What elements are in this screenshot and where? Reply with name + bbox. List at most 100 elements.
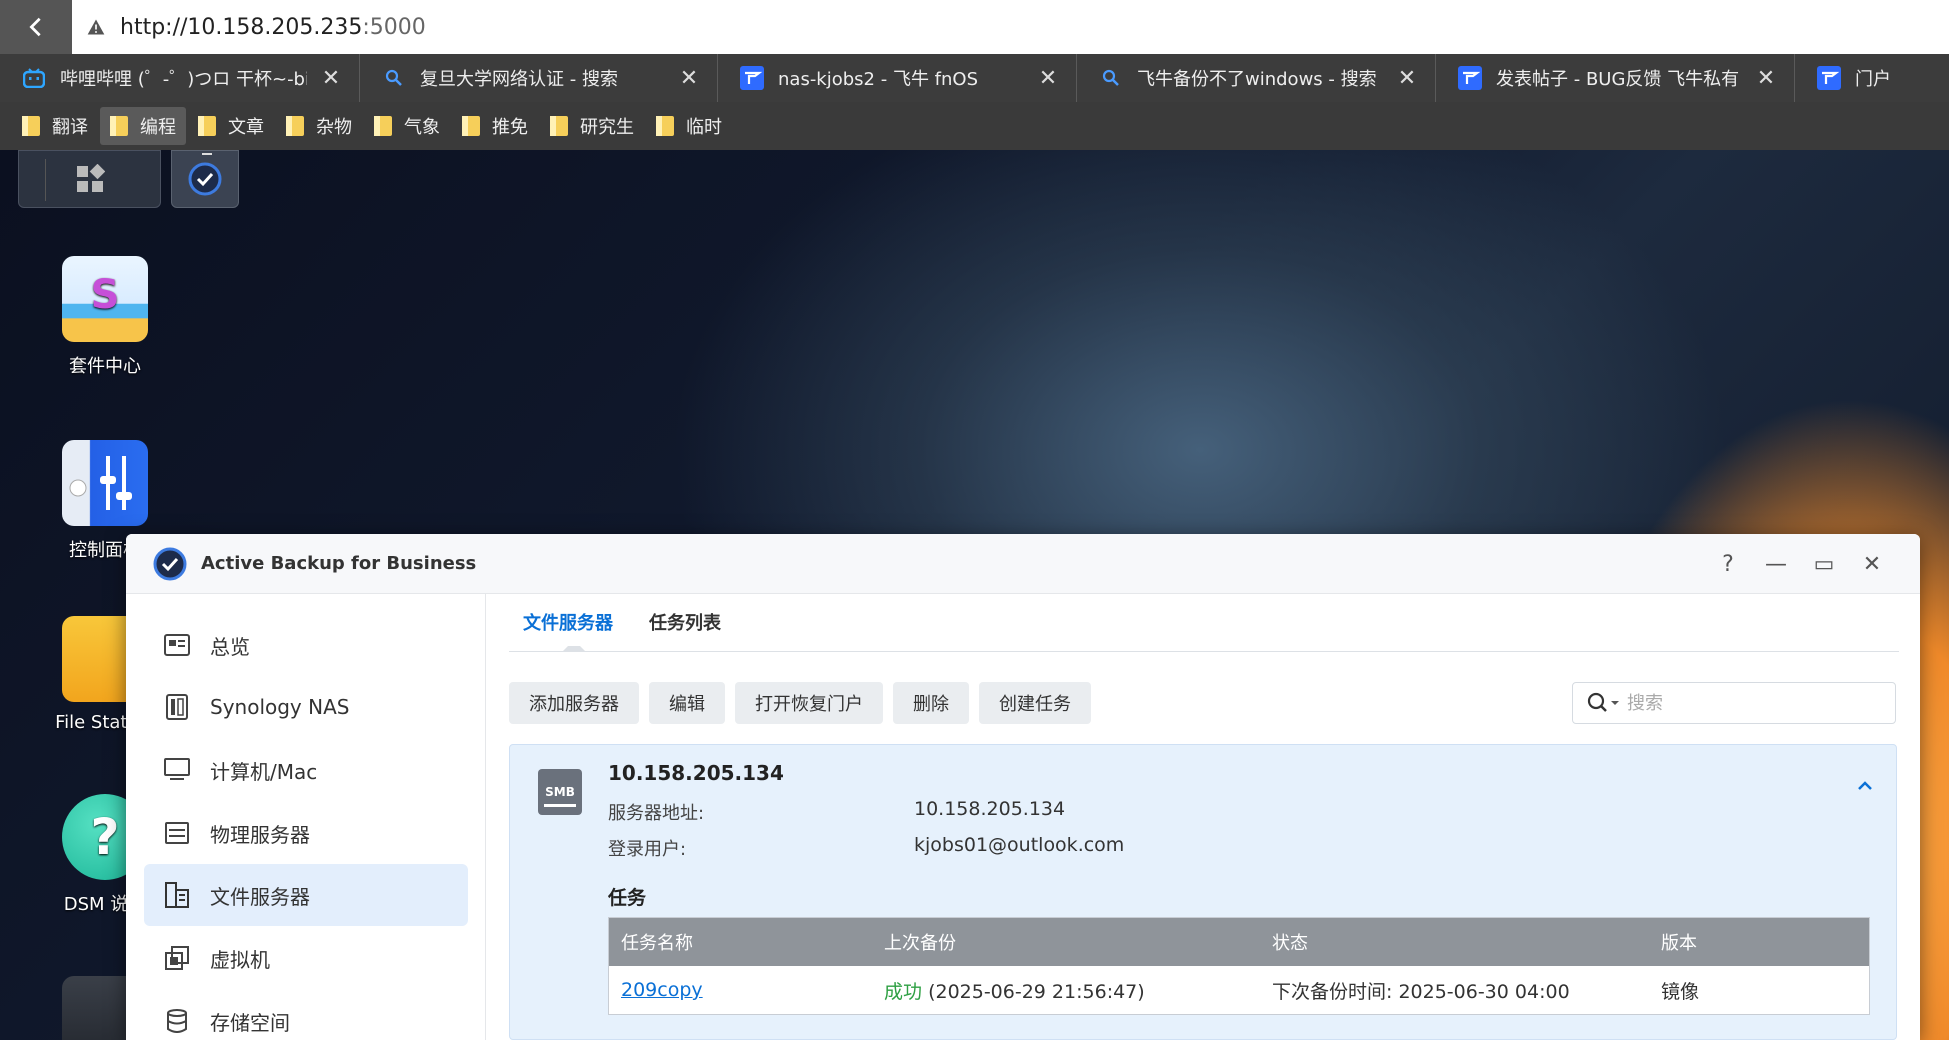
create-task-button[interactable]: 创建任务 — [979, 682, 1091, 724]
folder-icon — [286, 116, 304, 136]
taskbar-main-menu[interactable] — [18, 150, 161, 208]
column-header-status[interactable]: 状态 — [1272, 929, 1308, 955]
success-status: 成功 — [884, 980, 923, 1003]
chevron-up-icon[interactable] — [1854, 775, 1876, 797]
not-secure-warning-icon[interactable] — [86, 17, 106, 37]
tab-close-icon[interactable]: ✕ — [1397, 66, 1417, 91]
browser-tab-portal[interactable]: 门户 — [1795, 54, 1949, 102]
nas-icon — [164, 694, 190, 720]
browser-tab-fnos[interactable]: nas-kjobs2 - 飞牛 fnOS ✕ — [718, 54, 1077, 102]
delete-button[interactable]: 删除 — [893, 682, 969, 724]
column-header-task-name[interactable]: 任务名称 — [621, 929, 693, 955]
toolbar: 添加服务器 编辑 打开恢复门户 删除 创建任务 — [509, 682, 1091, 724]
server-card[interactable]: SMB 10.158.205.134 服务器地址: 10.158.205.134… — [509, 744, 1897, 1040]
url-field[interactable]: http://10.158.205.235:5000 — [120, 15, 426, 40]
bookmark-label: 研究生 — [580, 117, 634, 138]
active-backup-window: Active Backup for Business ? — ▭ ✕ 总览 Sy… — [126, 534, 1920, 1040]
login-user-label: 登录用户: — [608, 839, 687, 860]
folder-icon — [462, 116, 480, 136]
sidebar-item-virtual-machine[interactable]: 虚拟机 — [144, 927, 468, 989]
tab-close-icon[interactable]: ✕ — [679, 66, 699, 91]
window-title-bar[interactable]: Active Backup for Business ? — ▭ ✕ — [126, 534, 1920, 594]
tab-close-icon[interactable]: ✕ — [321, 66, 341, 91]
search-box[interactable] — [1572, 682, 1896, 724]
folder-icon — [22, 116, 40, 136]
bookmark-folder[interactable]: 临时 — [646, 107, 732, 145]
bookmarks-bar: 翻译 编程 文章 杂物 气象 推免 研究生 临时 — [0, 102, 1949, 150]
bookmark-label: 文章 — [228, 117, 264, 138]
table-header: 任务名称 上次备份 状态 版本 — [609, 918, 1869, 966]
folder-icon — [374, 116, 392, 136]
overview-icon — [164, 632, 190, 658]
edit-button[interactable]: 编辑 — [649, 682, 725, 724]
table-row[interactable]: 209copy 成功 (2025-06-29 21:56:47) 下次备份时间:… — [609, 966, 1869, 1014]
folder-icon — [550, 116, 568, 136]
running-indicator — [202, 153, 212, 155]
browser-tab-bilibili[interactable]: 哔哩哔哩 (゜-゜)つロ 干杯~-bi ✕ — [0, 54, 360, 102]
server-address-label: 服务器地址: — [608, 803, 705, 824]
sidebar-item-label: 存储空间 — [210, 1010, 290, 1035]
bookmark-folder[interactable]: 气象 — [364, 107, 450, 145]
sidebar-item-storage[interactable]: 存储空间 — [144, 990, 468, 1040]
close-button[interactable]: ✕ — [1848, 548, 1896, 580]
search-icon — [382, 66, 406, 90]
bookmark-folder[interactable]: 研究生 — [540, 107, 644, 145]
bookmark-folder[interactable]: 推免 — [452, 107, 538, 145]
physical-server-icon — [164, 820, 190, 846]
sidebar-item-overview[interactable]: 总览 — [144, 614, 468, 676]
task-name-link[interactable]: 209copy — [621, 979, 703, 1001]
server-name: 10.158.205.134 — [608, 761, 784, 785]
tab-close-icon[interactable]: ✕ — [1756, 66, 1776, 91]
bookmark-folder[interactable]: 编程 — [100, 107, 186, 145]
column-header-last-backup[interactable]: 上次备份 — [884, 929, 956, 955]
bookmark-folder[interactable]: 文章 — [188, 107, 274, 145]
back-arrow-icon — [29, 17, 41, 37]
maximize-button[interactable]: ▭ — [1800, 548, 1848, 580]
tab-file-server[interactable]: 文件服务器 — [509, 593, 627, 652]
sidebar-item-computer[interactable]: 计算机/Mac — [144, 739, 468, 801]
bookmark-label: 气象 — [404, 117, 440, 138]
search-icon[interactable] — [1587, 691, 1621, 715]
bilibili-icon — [22, 66, 46, 90]
last-backup-cell: 成功 (2025-06-29 21:56:47) — [884, 977, 1145, 1004]
version-cell: 镜像 — [1661, 980, 1700, 1003]
sidebar-item-label: 文件服务器 — [210, 884, 310, 909]
taskbar-active-backup[interactable] — [171, 150, 239, 208]
fnos-icon — [740, 66, 764, 90]
add-server-button[interactable]: 添加服务器 — [509, 682, 639, 724]
browser-tab-search-backup[interactable]: 飞牛备份不了windows - 搜索 ✕ — [1077, 54, 1436, 102]
tab-task-list[interactable]: 任务列表 — [635, 593, 735, 651]
bookmark-folder[interactable]: 翻译 — [12, 107, 98, 145]
sidebar-item-physical-server[interactable]: 物理服务器 — [144, 802, 468, 864]
open-restore-portal-button[interactable]: 打开恢复门户 — [735, 682, 883, 724]
tab-close-icon[interactable]: ✕ — [1038, 66, 1058, 91]
sidebar-item-label: 总览 — [210, 634, 250, 659]
folder-icon — [656, 116, 674, 136]
sidebar-item-synology-nas[interactable]: Synology NAS — [144, 676, 468, 738]
url-host: http://10.158.205.235 — [120, 14, 363, 40]
desktop-icon-package-center[interactable]: S 套件中心 — [30, 256, 180, 378]
minimize-button[interactable]: — — [1752, 548, 1800, 580]
tab-strip: 文件服务器 任务列表 — [509, 594, 1899, 652]
column-header-version[interactable]: 版本 — [1661, 929, 1697, 955]
sidebar-item-file-server[interactable]: 文件服务器 — [144, 864, 468, 926]
bookmark-label: 临时 — [686, 117, 722, 138]
computer-icon — [164, 757, 190, 783]
sidebar-item-label: Synology NAS — [210, 695, 350, 719]
bookmark-label: 推免 — [492, 117, 528, 138]
tab-label: 哔哩哔哩 (゜-゜)つロ 干杯~-bi — [60, 69, 307, 90]
search-input[interactable] — [1627, 692, 1877, 714]
browser-tab-bar: 哔哩哔哩 (゜-゜)つロ 干杯~-bi ✕ 复旦大学网络认证 - 搜索 ✕ na… — [0, 54, 1949, 102]
back-button[interactable] — [0, 0, 72, 54]
next-backup-cell: 下次备份时间: 2025-06-30 04:00 — [1272, 980, 1570, 1003]
help-button[interactable]: ? — [1704, 548, 1752, 580]
tab-label: 复旦大学网络认证 - 搜索 — [420, 69, 618, 90]
browser-tab-search-fudan[interactable]: 复旦大学网络认证 - 搜索 ✕ — [360, 54, 718, 102]
browser-tab-bug-report[interactable]: 发表帖子 - BUG反馈 飞牛私有 ✕ — [1436, 54, 1795, 102]
bookmark-label: 翻译 — [52, 117, 88, 138]
storage-icon — [164, 1008, 190, 1034]
bookmark-folder[interactable]: 杂物 — [276, 107, 362, 145]
main-menu-grid-icon — [76, 164, 105, 192]
divider — [45, 159, 46, 201]
folder-icon — [198, 116, 216, 136]
